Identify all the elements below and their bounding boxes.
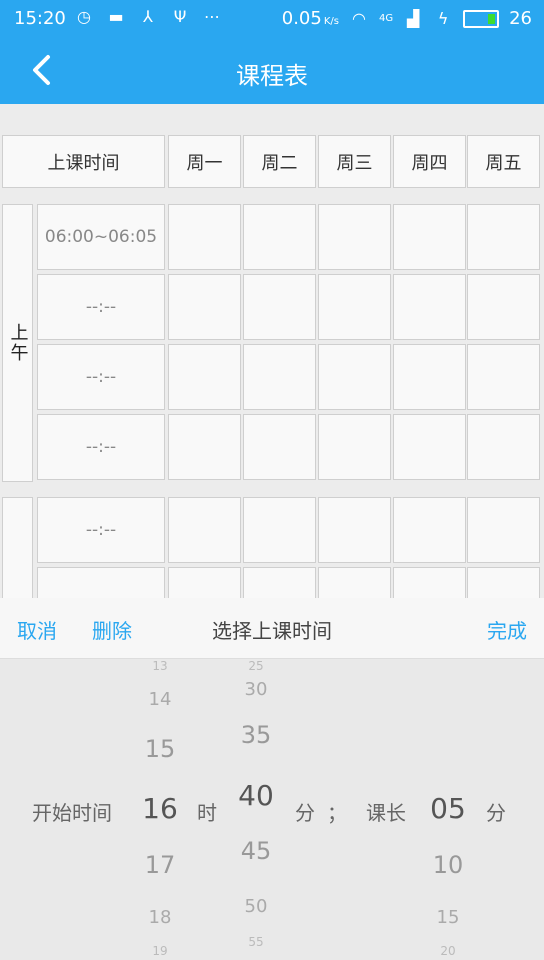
course-cell[interactable]	[318, 204, 391, 270]
more-icon: ⋯	[204, 7, 220, 26]
app-bar: 课程表	[0, 38, 544, 104]
hour-option[interactable]: 18	[130, 907, 190, 928]
course-cell[interactable]	[467, 274, 540, 340]
course-cell[interactable]	[318, 344, 391, 410]
picker-title: 选择上课时间	[212, 619, 332, 643]
course-cell[interactable]	[243, 567, 316, 598]
duration-option[interactable]: 15	[418, 907, 478, 928]
minute-option[interactable]: 50	[226, 896, 286, 917]
section-label-afternoon	[2, 497, 33, 598]
course-cell[interactable]	[243, 414, 316, 480]
duration-option[interactable]: 20	[418, 944, 478, 958]
wifi-icon: ◠	[351, 8, 366, 28]
header-day-wed: 周三	[318, 135, 391, 188]
course-cell[interactable]	[467, 497, 540, 563]
duration-option[interactable]: 10	[418, 851, 478, 879]
minute-unit-label: 分	[295, 801, 315, 825]
course-cell[interactable]	[318, 414, 391, 480]
usb-icon: Ψ	[173, 7, 187, 26]
minute-option[interactable]: 35	[226, 721, 286, 749]
hour-option[interactable]: 15	[130, 735, 190, 763]
minute-option[interactable]: 55	[226, 935, 286, 949]
minute-option[interactable]: 30	[226, 679, 286, 700]
header-day-tue: 周二	[243, 135, 316, 188]
share-icon: ⅄	[143, 7, 153, 26]
network-type: 4G	[378, 13, 394, 24]
minute-option[interactable]: 45	[226, 837, 286, 865]
header-time-cell: 上课时间	[2, 135, 165, 188]
hour-option[interactable]: 17	[130, 851, 190, 879]
course-cell[interactable]	[318, 567, 391, 598]
course-cell[interactable]	[243, 274, 316, 340]
course-cell[interactable]	[393, 414, 466, 480]
time-slot[interactable]: --:--	[37, 344, 165, 410]
course-cell[interactable]	[168, 344, 241, 410]
course-cell[interactable]	[467, 344, 540, 410]
minute-option-selected[interactable]: 40	[226, 779, 286, 812]
course-cell[interactable]	[393, 497, 466, 563]
hour-unit-label: 时	[197, 801, 217, 825]
course-cell[interactable]	[318, 497, 391, 563]
minute-option[interactable]: 25	[226, 659, 286, 673]
page-title: 课程表	[236, 62, 308, 90]
time-slot[interactable]: --:--	[37, 497, 165, 563]
signal-icon: ▟	[406, 8, 420, 28]
time-slot[interactable]: --:--	[37, 274, 165, 340]
separator-label: ；	[327, 801, 347, 825]
course-cell[interactable]	[243, 497, 316, 563]
course-cell[interactable]	[318, 274, 391, 340]
hour-option[interactable]: 13	[130, 659, 190, 673]
battery-level: 26	[509, 8, 532, 29]
header-day-thu: 周四	[393, 135, 466, 188]
course-cell[interactable]	[393, 274, 466, 340]
hour-option[interactable]: 19	[130, 944, 190, 958]
hour-option-selected[interactable]: 16	[130, 792, 190, 825]
picker-toolbar: 取消 删除 选择上课时间 完成	[0, 598, 544, 659]
course-cell[interactable]	[168, 497, 241, 563]
course-cell[interactable]	[393, 344, 466, 410]
course-cell[interactable]	[243, 204, 316, 270]
duration-label: 课长	[366, 801, 406, 825]
message-icon: ▬	[108, 7, 124, 26]
network-speed: 0.05 K/s	[281, 8, 339, 29]
time-slot[interactable]	[37, 567, 165, 598]
status-time: 15:20	[14, 8, 66, 29]
done-button[interactable]: 完成	[487, 615, 527, 644]
header-day-fri: 周五	[467, 135, 540, 188]
duration-unit-label: 分	[486, 801, 506, 825]
course-cell[interactable]	[467, 567, 540, 598]
section-label-morning: 上午	[2, 204, 33, 482]
timetable-grid: 上课时间 周一 周二 周三 周四 周五 上午 06:00~06:05 --:--…	[0, 104, 544, 598]
duration-option-selected[interactable]: 05	[418, 792, 478, 825]
time-picker: 开始时间 13 14 15 16 17 18 19 时 25 30 35 40 …	[0, 659, 544, 960]
course-cell[interactable]	[243, 344, 316, 410]
course-cell[interactable]	[168, 567, 241, 598]
course-cell[interactable]	[467, 414, 540, 480]
start-time-label: 开始时间	[32, 801, 112, 825]
course-cell[interactable]	[168, 204, 241, 270]
course-cell[interactable]	[467, 204, 540, 270]
alarm-icon: ◷	[77, 7, 91, 26]
status-bar: 15:20 ◷ ▬ ⅄ Ψ ⋯ 0.05 K/s ◠ 4G ▟ ϟ 26	[0, 0, 544, 38]
course-cell[interactable]	[393, 567, 466, 598]
course-cell[interactable]	[168, 274, 241, 340]
charging-icon: ϟ	[437, 8, 449, 28]
time-slot[interactable]: --:--	[37, 414, 165, 480]
hour-option[interactable]: 14	[130, 689, 190, 710]
header-day-mon: 周一	[168, 135, 241, 188]
course-cell[interactable]	[393, 204, 466, 270]
course-cell[interactable]	[168, 414, 241, 480]
time-slot[interactable]: 06:00~06:05	[37, 204, 165, 270]
battery-icon	[463, 9, 500, 28]
